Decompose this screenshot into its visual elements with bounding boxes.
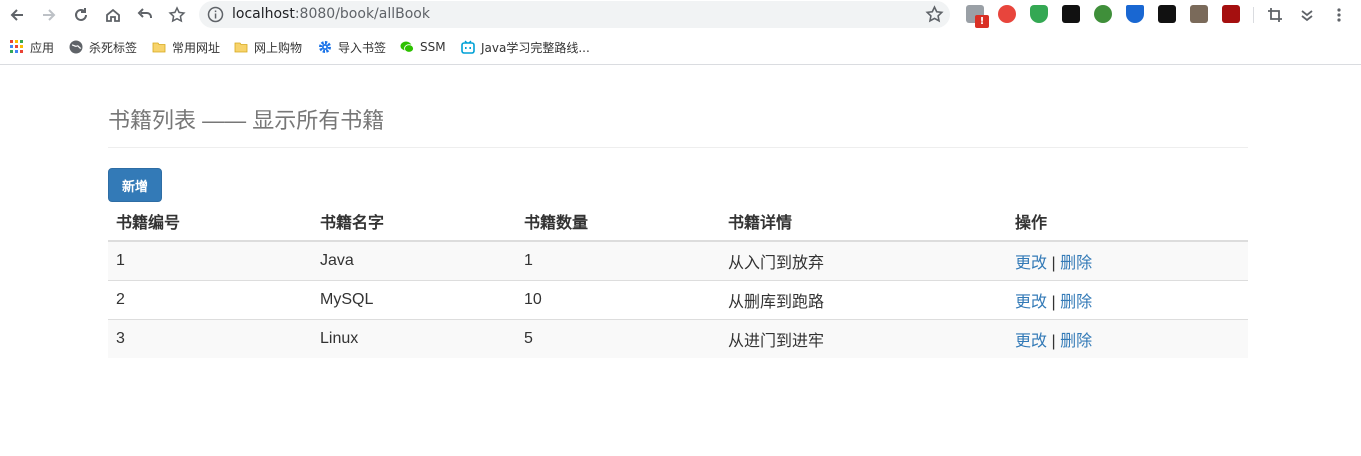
edit-link[interactable]: 更改: [1015, 255, 1047, 272]
bookmark-label: 导入书签: [338, 40, 387, 55]
bookmark-label: 网上购物: [254, 40, 303, 55]
arrow-right-icon: [43, 9, 56, 21]
bookmark-label: Java学习完整路线...: [481, 40, 590, 55]
bookmark-label: SSM: [420, 40, 446, 54]
folder-icon: [234, 42, 248, 53]
chrome-divider: [0, 64, 1361, 65]
extension-globe-icon[interactable]: [1094, 5, 1112, 23]
cell-book-name: Linux: [312, 318, 516, 358]
action-separator: |: [1051, 293, 1056, 311]
url-path: /book/allBook: [335, 6, 430, 22]
cell-book-id: 1: [108, 240, 312, 280]
wechat-icon: [400, 41, 414, 53]
cell-book-detail: 从进门到进牢: [720, 318, 1007, 358]
bookmark-label: 应用: [30, 40, 55, 55]
menu-button[interactable]: [1326, 2, 1352, 28]
url-host: localhost: [232, 6, 295, 22]
arrow-left-icon: [10, 9, 23, 21]
extension-avatar-icon[interactable]: [1190, 5, 1208, 23]
star-icon[interactable]: [925, 5, 944, 24]
extension-u-icon[interactable]: [1158, 5, 1176, 23]
header-book-name: 书籍名字: [312, 202, 516, 242]
edit-link[interactable]: 更改: [1015, 333, 1047, 350]
header-book-detail: 书籍详情: [720, 202, 1007, 242]
back-button[interactable]: [4, 2, 30, 28]
delete-link[interactable]: 删除: [1060, 333, 1092, 350]
page-title: 书籍列表 —— 显示所有书籍: [108, 108, 385, 133]
forward-button[interactable]: [36, 2, 62, 28]
edit-link[interactable]: 更改: [1015, 294, 1047, 311]
table-row: 2 MySQL 10 从删库到跑路 更改 | 删除: [108, 279, 1248, 319]
address-bar[interactable]: localhost:8080/book/allBook: [199, 1, 950, 28]
cell-book-count: 10: [516, 279, 720, 319]
double-chevron-down-icon: [1301, 10, 1313, 22]
home-button[interactable]: [100, 2, 126, 28]
extension-infinity-icon[interactable]: [998, 5, 1016, 23]
cell-book-id: 3: [108, 318, 312, 358]
cell-book-name: MySQL: [312, 279, 516, 319]
header-book-count: 书籍数量: [516, 202, 720, 242]
kebab-menu-icon: [1337, 8, 1341, 22]
bookmark-star-button[interactable]: [164, 2, 190, 28]
reload-icon: [75, 8, 87, 21]
undo-button[interactable]: [132, 2, 158, 28]
cell-actions: 更改 | 删除: [1007, 240, 1248, 280]
table-row: 1 Java 1 从入门到放弃 更改 | 删除: [108, 240, 1248, 280]
extension-shield-icon[interactable]: [1030, 5, 1048, 23]
header-actions: 操作: [1007, 202, 1248, 242]
bookmark-java-roadmap[interactable]: Java学习完整路线...: [461, 37, 590, 57]
url-text: localhost:8080/book/allBook: [232, 5, 430, 24]
extension-pdf-icon[interactable]: [1222, 5, 1240, 23]
overflow-extensions-button[interactable]: [1294, 2, 1320, 28]
title-divider: [108, 147, 1248, 148]
cell-actions: 更改 | 删除: [1007, 318, 1248, 358]
url-port: :8080: [294, 6, 336, 22]
delete-link[interactable]: 删除: [1060, 294, 1092, 311]
globe-icon: [69, 40, 83, 54]
apps-grid-icon: [10, 40, 23, 53]
bookmark-folder-shopping[interactable]: 网上购物: [234, 37, 302, 57]
toolbar-separator: [1253, 7, 1254, 23]
cell-book-count: 5: [516, 318, 720, 358]
cell-book-detail: 从入门到放弃: [720, 240, 1007, 280]
home-icon: [106, 8, 120, 22]
undo-icon: [137, 8, 152, 18]
table-header-row: 书籍编号 书籍名字 书籍数量 书籍详情 操作: [108, 202, 1248, 242]
extension-alert-badge: !: [975, 15, 989, 28]
bookmark-apps[interactable]: 应用: [10, 37, 54, 57]
add-book-button[interactable]: 新增: [108, 168, 162, 202]
cell-book-count: 1: [516, 240, 720, 280]
crop-button[interactable]: [1262, 2, 1288, 28]
bookmark-label: 杀死标签: [89, 40, 138, 55]
bookmark-import[interactable]: 导入书签: [318, 37, 386, 57]
bookmark-folder-common[interactable]: 常用网址: [152, 37, 220, 57]
cell-book-id: 2: [108, 279, 312, 319]
table-row: 3 Linux 5 从进门到进牢 更改 | 删除: [108, 318, 1248, 358]
info-icon[interactable]: [207, 6, 224, 23]
cell-book-name: Java: [312, 240, 516, 280]
star-outline-icon: [168, 6, 186, 23]
browser-toolbar: localhost:8080/book/allBook !: [0, 0, 1361, 30]
bookmark-ssm[interactable]: SSM: [400, 37, 446, 57]
gear-icon: [319, 41, 331, 53]
crop-icon: [1268, 8, 1282, 22]
action-separator: |: [1051, 332, 1056, 350]
action-separator: |: [1051, 254, 1056, 272]
folder-icon: [152, 42, 166, 53]
cell-actions: 更改 | 删除: [1007, 279, 1248, 319]
extension-v-icon[interactable]: [1126, 5, 1144, 23]
bookmark-kill-tabs[interactable]: 杀死标签: [69, 37, 137, 57]
reload-button[interactable]: [68, 2, 94, 28]
cell-book-detail: 从删库到跑路: [720, 279, 1007, 319]
bilibili-icon: [461, 40, 475, 54]
bookmark-label: 常用网址: [172, 40, 221, 55]
delete-link[interactable]: 删除: [1060, 255, 1092, 272]
extension-tampermonkey-icon[interactable]: [1062, 5, 1080, 23]
header-book-id: 书籍编号: [108, 202, 312, 242]
books-table: 书籍编号 书籍名字 书籍数量 书籍详情 操作 1 Java 1 从入门到放弃 更…: [108, 202, 1248, 358]
bookmarks-bar: 应用 杀死标签 常用网址 网上购物 导入书签 SSM Java学习完整路线...: [0, 34, 1361, 60]
